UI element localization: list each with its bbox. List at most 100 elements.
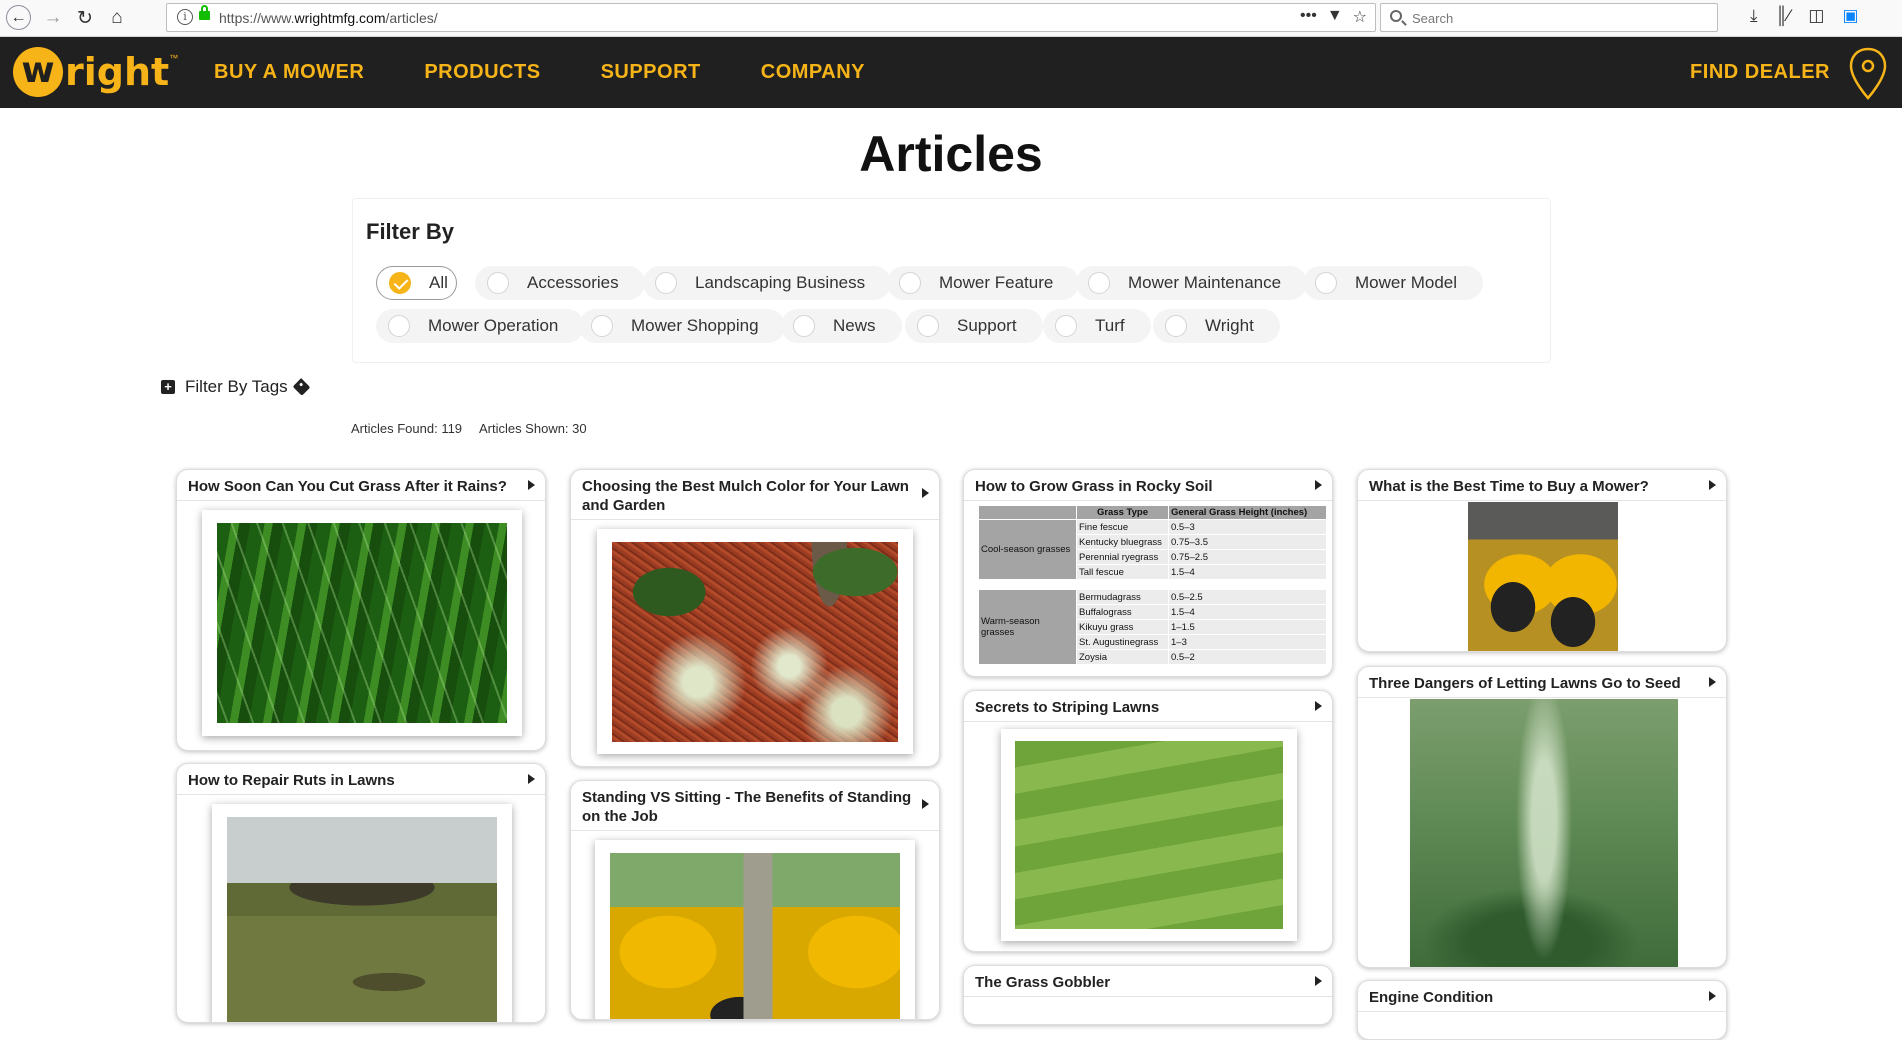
bookmark-star-icon[interactable]: ☆ (1353, 7, 1367, 27)
filter-mower-shopping[interactable]: Mower Shopping (579, 309, 785, 343)
article-image[interactable] (610, 853, 900, 1019)
caret-right-icon[interactable] (1709, 677, 1716, 687)
article-image[interactable] (1468, 502, 1618, 651)
radio-icon (1088, 272, 1110, 294)
article-title[interactable]: What is the Best Time to Buy a Mower? (1369, 478, 1649, 495)
grass-height: 0.75–3.5 (1168, 534, 1327, 550)
grass-height: 0.75–2.5 (1168, 549, 1327, 565)
search-input[interactable]: Search (1380, 3, 1718, 32)
article-card[interactable]: Standing VS Sitting - The Benefits of St… (570, 780, 940, 1020)
radio-icon (655, 272, 677, 294)
article-card[interactable]: Three Dangers of Letting Lawns Go to See… (1357, 666, 1727, 968)
article-title[interactable]: Standing VS Sitting - The Benefits of St… (582, 789, 911, 825)
caret-right-icon[interactable] (1709, 991, 1716, 1001)
article-image[interactable] (217, 523, 507, 723)
map-pin-icon[interactable] (1848, 47, 1888, 101)
filter-support[interactable]: Support (905, 309, 1043, 343)
caret-right-icon[interactable] (922, 488, 929, 498)
filter-landscaping-business[interactable]: Landscaping Business (643, 266, 892, 300)
article-image-frame (595, 840, 915, 1019)
nav-support[interactable]: SUPPORT (601, 61, 701, 84)
article-image[interactable] (227, 817, 497, 1022)
grass-height: 1.5–4 (1168, 564, 1327, 580)
article-image-frame (212, 804, 512, 1022)
radio-icon (1055, 315, 1077, 337)
grass-name: Kikuyu grass (1076, 619, 1169, 635)
article-counts: Articles Found: 119 Articles Shown: 30 (351, 421, 601, 436)
grass-name: St. Augustinegrass (1076, 634, 1169, 650)
nav-buy-a-mower[interactable]: BUY A MOWER (214, 61, 364, 84)
forward-icon[interactable]: → (40, 5, 66, 31)
nav-company[interactable]: COMPANY (761, 61, 865, 84)
caret-right-icon[interactable] (1709, 480, 1716, 490)
caret-right-icon[interactable] (528, 774, 535, 784)
site-header: w right ™ BUY A MOWER PRODUCTS SUPPORT C… (0, 37, 1902, 108)
save-icon[interactable]: ▣ (1842, 6, 1858, 26)
article-card[interactable]: The Grass Gobbler (963, 965, 1333, 1025)
filter-news[interactable]: News (781, 309, 902, 343)
article-image[interactable] (1015, 741, 1283, 929)
sidebar-icon[interactable]: ◫ (1808, 6, 1824, 26)
article-title[interactable]: The Grass Gobbler (975, 974, 1110, 991)
article-title[interactable]: Secrets to Striping Lawns (975, 699, 1159, 716)
reload-icon[interactable]: ↻ (72, 5, 98, 31)
nav-products[interactable]: PRODUCTS (424, 61, 540, 84)
filter-turf[interactable]: Turf (1043, 309, 1151, 343)
article-image-frame (597, 529, 913, 754)
article-card[interactable]: What is the Best Time to Buy a Mower? (1357, 469, 1727, 652)
article-card[interactable]: How Soon Can You Cut Grass After it Rain… (176, 469, 546, 751)
search-icon (1390, 10, 1402, 22)
caret-right-icon[interactable] (1315, 480, 1322, 490)
article-image[interactable] (612, 542, 898, 742)
wright-logo[interactable]: w right ™ (13, 47, 178, 97)
tag-icon (292, 378, 311, 396)
checkmark-icon (389, 272, 411, 294)
article-card[interactable]: Engine Condition (1357, 980, 1727, 1040)
article-card[interactable]: How to Grow Grass in Rocky Soil Grass Ty… (963, 469, 1333, 677)
article-card[interactable]: Choosing the Best Mulch Color for Your L… (570, 469, 940, 767)
article-image[interactable] (1410, 699, 1678, 967)
grass-name: Perennial ryegrass (1076, 549, 1169, 565)
info-icon[interactable]: i (177, 9, 193, 25)
article-title[interactable]: Three Dangers of Letting Lawns Go to See… (1369, 675, 1681, 692)
article-title[interactable]: Engine Condition (1369, 989, 1493, 1006)
article-card[interactable]: How to Repair Ruts in Lawns (176, 763, 546, 1023)
radio-icon (388, 315, 410, 337)
find-dealer-link[interactable]: FIND DEALER (1690, 37, 1830, 108)
grass-name: Tall fescue (1076, 564, 1169, 580)
main-nav: BUY A MOWER PRODUCTS SUPPORT COMPANY (214, 37, 925, 108)
article-title[interactable]: Choosing the Best Mulch Color for Your L… (582, 478, 909, 514)
grass-name: Buffalograss (1076, 604, 1169, 620)
radio-icon (899, 272, 921, 294)
caret-right-icon[interactable] (922, 799, 929, 809)
filter-mower-feature[interactable]: Mower Feature (887, 266, 1080, 300)
url-text[interactable]: https://www.wrightmfg.com/articles/ (219, 10, 438, 26)
filter-by-tags-toggle[interactable]: + Filter By Tags (161, 377, 311, 397)
more-icon[interactable]: ••• (1300, 7, 1317, 27)
articles-shown: Articles Shown: 30 (478, 421, 587, 436)
article-card[interactable]: Secrets to Striping Lawns (963, 690, 1333, 952)
home-icon[interactable]: ⌂ (104, 5, 130, 31)
filter-mower-maintenance[interactable]: Mower Maintenance (1076, 266, 1308, 300)
article-title[interactable]: How to Grow Grass in Rocky Soil (975, 478, 1213, 495)
plus-icon: + (161, 380, 175, 394)
filter-wright[interactable]: Wright (1153, 309, 1280, 343)
back-icon[interactable]: ← (6, 5, 31, 30)
caret-right-icon[interactable] (1315, 976, 1322, 986)
filter-mower-model[interactable]: Mower Model (1303, 266, 1484, 300)
library-icon[interactable]: ║⁄ (1776, 6, 1791, 26)
article-title[interactable]: How to Repair Ruts in Lawns (188, 772, 395, 789)
caret-right-icon[interactable] (1315, 701, 1322, 711)
search-placeholder: Search (1412, 11, 1454, 26)
address-bar[interactable]: i https://www.wrightmfg.com/articles/ ••… (166, 3, 1376, 32)
pocket-icon[interactable]: ▼ (1327, 7, 1343, 27)
table-header: Grass Type (1076, 505, 1169, 520)
download-icon[interactable]: ⤓ (1750, 6, 1758, 26)
filter-mower-operation[interactable]: Mower Operation (376, 309, 585, 343)
filter-all[interactable]: All (376, 266, 457, 300)
filter-accessories[interactable]: Accessories (475, 266, 645, 300)
article-title[interactable]: How Soon Can You Cut Grass After it Rain… (188, 478, 507, 495)
grass-name: Kentucky bluegrass (1076, 534, 1169, 550)
grass-height: 0.5–2.5 (1168, 589, 1327, 605)
caret-right-icon[interactable] (528, 480, 535, 490)
